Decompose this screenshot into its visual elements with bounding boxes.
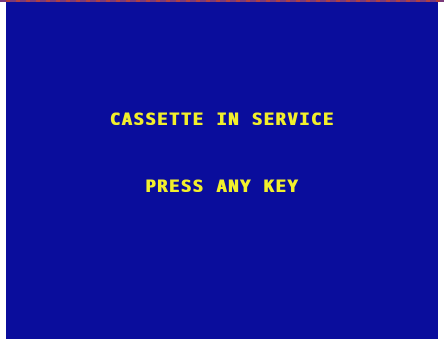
prompt-message: PRESS ANY KEY xyxy=(145,177,299,197)
terminal-frame: CASSETTE IN SERVICE PRESS ANY KEY xyxy=(0,0,444,339)
status-message: CASSETTE IN SERVICE xyxy=(109,110,335,130)
terminal-screen[interactable]: CASSETTE IN SERVICE PRESS ANY KEY xyxy=(6,2,438,339)
